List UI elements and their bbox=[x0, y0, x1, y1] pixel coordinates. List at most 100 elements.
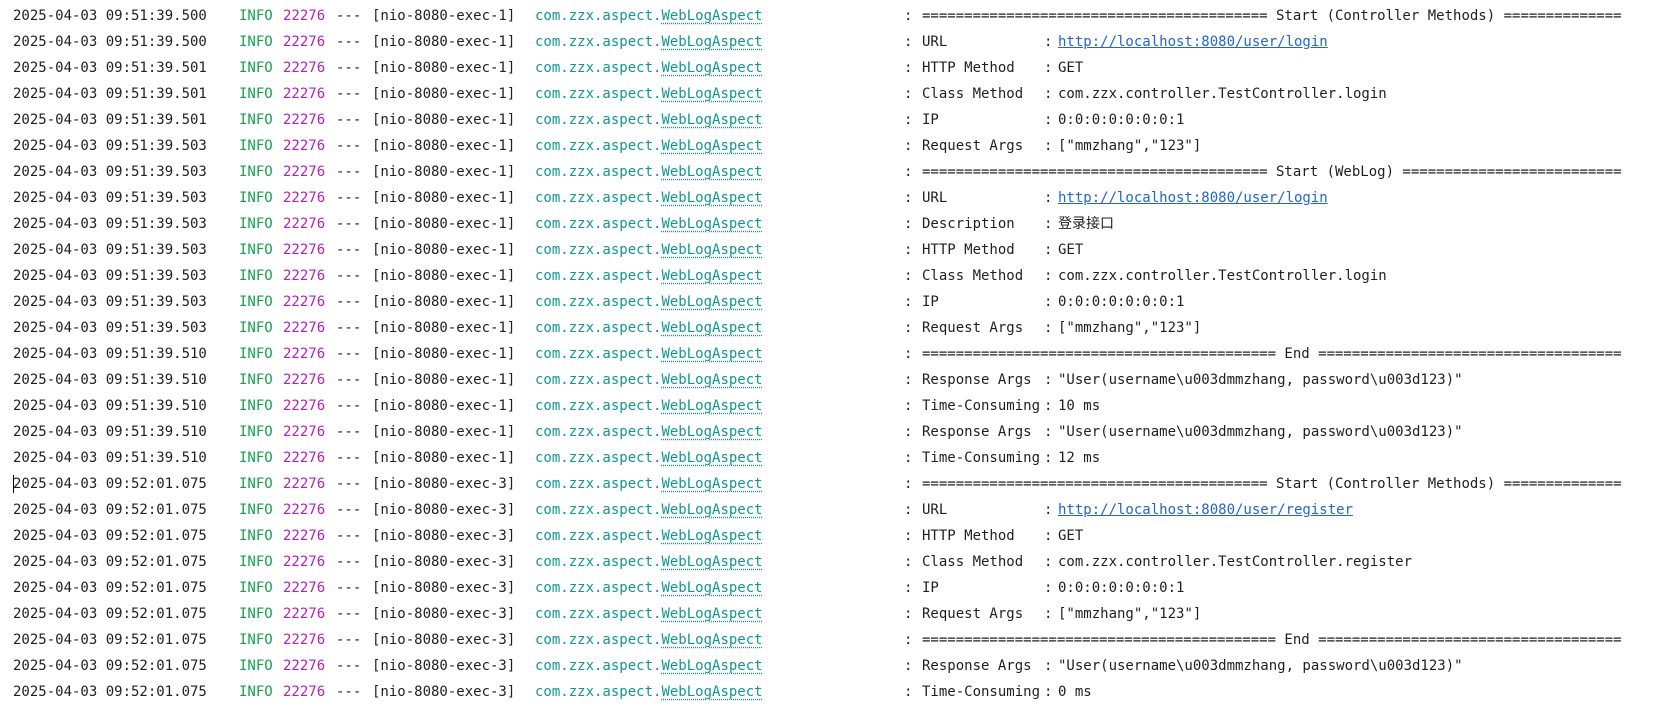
log-timestamp: 2025-04-03 09:51:39.501 bbox=[13, 86, 207, 102]
log-separator: --- bbox=[336, 138, 362, 154]
logger-class-link[interactable]: WebLogAspect bbox=[661, 190, 762, 206]
logger-class-link[interactable]: WebLogAspect bbox=[661, 138, 762, 154]
log-pid: 22276 bbox=[283, 606, 326, 622]
kv-colon: : bbox=[1044, 684, 1053, 700]
logger-class-link[interactable]: WebLogAspect bbox=[661, 346, 762, 362]
log-thread: [nio-8080-exec-3] bbox=[372, 476, 516, 492]
logger-class-link[interactable]: WebLogAspect bbox=[661, 606, 762, 622]
logger-package: com.zzx.aspect. bbox=[535, 658, 662, 674]
log-separator: --- bbox=[336, 372, 362, 388]
log-timestamp: 2025-04-03 09:51:39.510 bbox=[13, 372, 207, 388]
logger-class-link[interactable]: WebLogAspect bbox=[661, 476, 762, 492]
log-key: URL bbox=[922, 190, 948, 206]
log-key: Response Args bbox=[922, 372, 1032, 388]
logger-package: com.zzx.aspect. bbox=[535, 580, 662, 596]
logger-class-link[interactable]: WebLogAspect bbox=[661, 398, 762, 414]
log-timestamp: 2025-04-03 09:51:39.503 bbox=[13, 242, 207, 258]
logger-class-link[interactable]: WebLogAspect bbox=[661, 320, 762, 336]
log-pid: 22276 bbox=[283, 632, 326, 648]
logger-class-link[interactable]: WebLogAspect bbox=[661, 164, 762, 180]
logger-name: com.zzx.aspect.WebLogAspect bbox=[535, 341, 763, 367]
log-colon: : bbox=[904, 138, 913, 154]
log-level: INFO bbox=[239, 8, 273, 24]
log-value: ["mmzhang","123"] bbox=[1058, 606, 1202, 622]
log-separator: --- bbox=[336, 450, 362, 466]
log-pid: 22276 bbox=[283, 554, 326, 570]
log-colon: : bbox=[904, 60, 913, 76]
logger-package: com.zzx.aspect. bbox=[535, 398, 662, 414]
log-separator: --- bbox=[336, 190, 362, 206]
logger-class-link[interactable]: WebLogAspect bbox=[661, 112, 762, 128]
log-colon: : bbox=[904, 554, 913, 570]
logger-name: com.zzx.aspect.WebLogAspect bbox=[535, 393, 763, 419]
log-key: HTTP Method bbox=[922, 60, 1015, 76]
log-level: INFO bbox=[239, 424, 273, 440]
log-line: 2025-04-03 09:51:39.510 INFO 22276 --- [nio-… bbox=[0, 445, 1671, 471]
logger-class-link[interactable]: WebLogAspect bbox=[661, 554, 762, 570]
log-separator: --- bbox=[336, 476, 362, 492]
url-link[interactable]: http://localhost:8080/user/register bbox=[1058, 497, 1353, 523]
logger-class-link[interactable]: WebLogAspect bbox=[661, 216, 762, 232]
logger-class-link[interactable]: WebLogAspect bbox=[661, 8, 762, 24]
logger-name: com.zzx.aspect.WebLogAspect bbox=[535, 133, 763, 159]
logger-package: com.zzx.aspect. bbox=[535, 112, 662, 128]
logger-class-link[interactable]: WebLogAspect bbox=[661, 60, 762, 76]
console-output[interactable]: 2025-04-03 09:51:39.500 INFO 22276 --- [nio-… bbox=[0, 3, 1671, 710]
log-value: GET bbox=[1058, 60, 1084, 76]
logger-class-link[interactable]: WebLogAspect bbox=[661, 658, 762, 674]
log-separator: --- bbox=[336, 424, 362, 440]
log-timestamp: 2025-04-03 09:51:39.501 bbox=[13, 112, 207, 128]
log-key: Request Args bbox=[922, 138, 1024, 154]
logger-class-link[interactable]: WebLogAspect bbox=[661, 242, 762, 258]
log-separator: --- bbox=[336, 398, 362, 414]
logger-name: com.zzx.aspect.WebLogAspect bbox=[535, 445, 763, 471]
logger-class-link[interactable]: WebLogAspect bbox=[661, 34, 762, 50]
logger-class-link[interactable]: WebLogAspect bbox=[661, 502, 762, 518]
log-line: 2025-04-03 09:51:39.503 INFO 22276 --- [nio-… bbox=[0, 159, 1671, 185]
log-timestamp: 2025-04-03 09:52:01.075 bbox=[13, 606, 207, 622]
logger-name: com.zzx.aspect.WebLogAspect bbox=[535, 159, 763, 185]
url-link[interactable]: http://localhost:8080/user/login bbox=[1058, 29, 1328, 55]
log-level: INFO bbox=[239, 86, 273, 102]
logger-class-link[interactable]: WebLogAspect bbox=[661, 294, 762, 310]
log-timestamp: 2025-04-03 09:51:39.510 bbox=[13, 398, 207, 414]
logger-package: com.zzx.aspect. bbox=[535, 450, 662, 466]
kv-colon: : bbox=[1044, 138, 1053, 154]
logger-name: com.zzx.aspect.WebLogAspect bbox=[535, 289, 763, 315]
logger-package: com.zzx.aspect. bbox=[535, 632, 662, 648]
log-line: 2025-04-03 09:52:01.075 INFO 22276 --- [nio-… bbox=[0, 627, 1671, 653]
logger-class-link[interactable]: WebLogAspect bbox=[661, 86, 762, 102]
logger-class-link[interactable]: WebLogAspect bbox=[661, 424, 762, 440]
log-key: URL bbox=[922, 502, 948, 518]
logger-class-link[interactable]: WebLogAspect bbox=[661, 450, 762, 466]
log-level: INFO bbox=[239, 138, 273, 154]
logger-class-link[interactable]: WebLogAspect bbox=[661, 268, 762, 284]
logger-package: com.zzx.aspect. bbox=[535, 138, 662, 154]
logger-class-link[interactable]: WebLogAspect bbox=[661, 372, 762, 388]
logger-class-link[interactable]: WebLogAspect bbox=[661, 632, 762, 648]
log-level: INFO bbox=[239, 658, 273, 674]
kv-colon: : bbox=[1044, 320, 1053, 336]
log-separator: --- bbox=[336, 684, 362, 700]
log-separator: --- bbox=[336, 216, 362, 232]
log-key: Time-Consuming bbox=[922, 398, 1041, 414]
log-pid: 22276 bbox=[283, 86, 326, 102]
log-colon: : bbox=[904, 684, 913, 700]
kv-colon: : bbox=[1044, 112, 1053, 128]
kv-colon: : bbox=[1044, 502, 1053, 518]
logger-class-link[interactable]: WebLogAspect bbox=[661, 528, 762, 544]
logger-class-link[interactable]: WebLogAspect bbox=[661, 580, 762, 596]
url-link[interactable]: http://localhost:8080/user/login bbox=[1058, 185, 1328, 211]
log-level: INFO bbox=[239, 606, 273, 622]
log-pid: 22276 bbox=[283, 580, 326, 596]
log-line: 2025-04-03 09:52:01.075 INFO 22276 --- [nio-… bbox=[0, 679, 1671, 705]
log-level: INFO bbox=[239, 554, 273, 570]
log-thread: [nio-8080-exec-1] bbox=[372, 372, 516, 388]
log-colon: : bbox=[904, 502, 913, 518]
log-timestamp: 2025-04-03 09:51:39.510 bbox=[13, 346, 207, 362]
logger-class-link[interactable]: WebLogAspect bbox=[661, 684, 762, 700]
log-thread: [nio-8080-exec-1] bbox=[372, 138, 516, 154]
log-separator: --- bbox=[336, 242, 362, 258]
log-level: INFO bbox=[239, 476, 273, 492]
log-value: 0:0:0:0:0:0:0:1 bbox=[1058, 580, 1185, 596]
